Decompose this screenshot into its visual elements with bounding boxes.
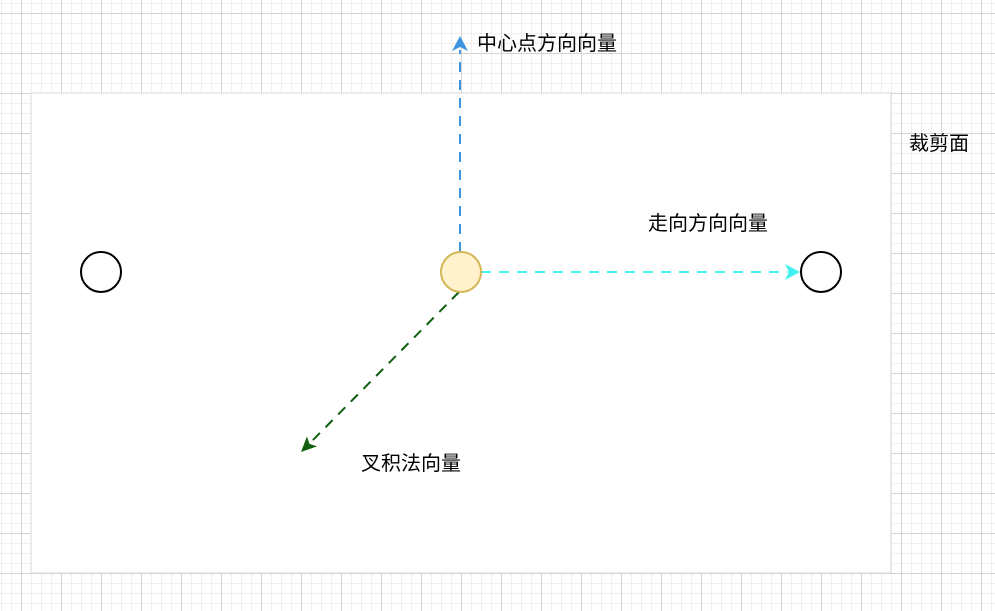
center-direction-vector-label[interactable]: 中心点方向向量 [477,33,617,53]
right-node[interactable] [800,251,842,293]
left-node[interactable] [80,251,122,293]
diagram-canvas [30,36,892,574]
clipping-plane-rect[interactable] [30,92,892,574]
clipping-plane-label[interactable]: 裁剪面 [909,133,969,153]
center-direction-arrowhead [452,36,468,51]
walking-direction-vector-label[interactable]: 走向方向向量 [648,213,768,233]
cross-product-normal-vector-label[interactable]: 叉积法向量 [361,453,461,473]
center-node[interactable] [440,251,482,293]
